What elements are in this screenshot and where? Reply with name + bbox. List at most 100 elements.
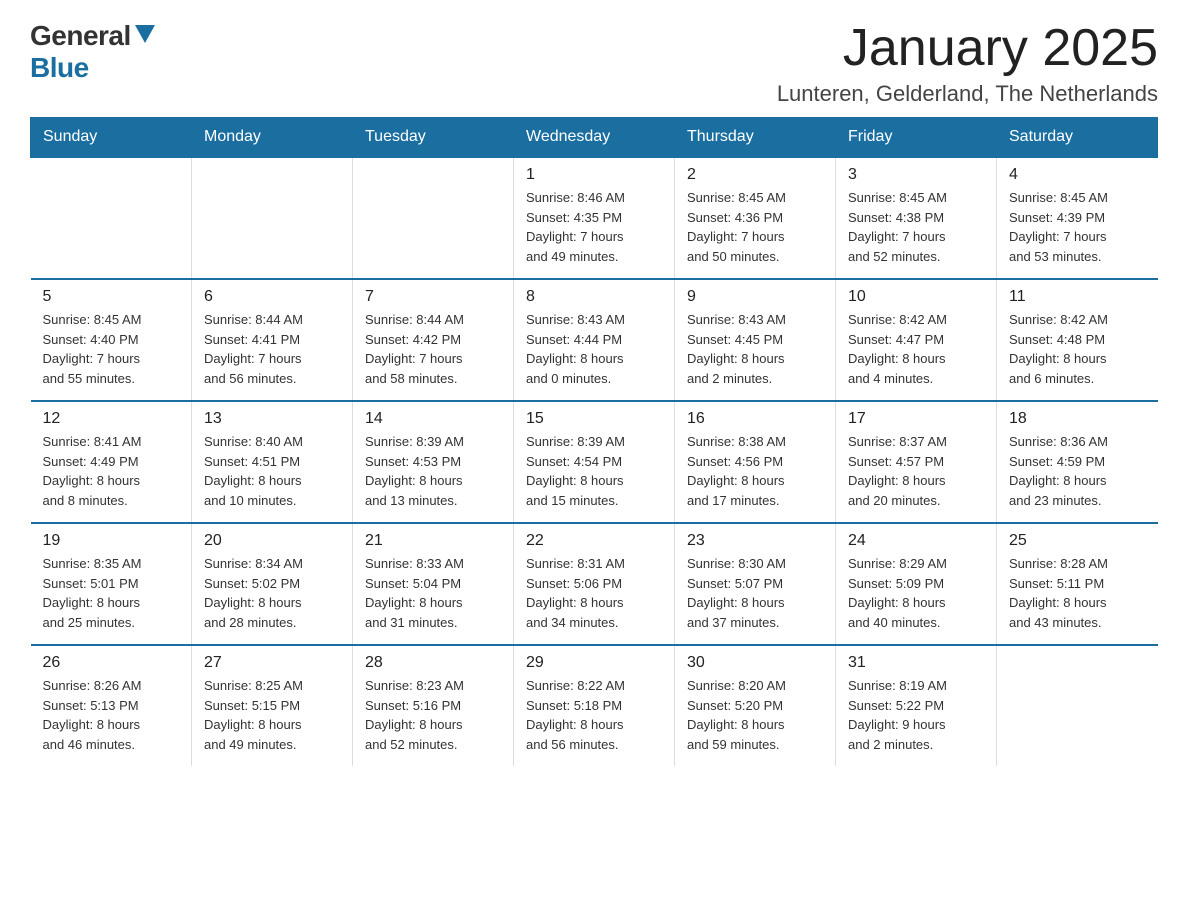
- calendar-cell: 18 Sunrise: 8:36 AMSunset: 4:59 PMDayligh…: [997, 401, 1158, 523]
- calendar-cell: 11 Sunrise: 8:42 AMSunset: 4:48 PMDayligh…: [997, 279, 1158, 401]
- day-info: Sunrise: 8:23 AMSunset: 5:16 PMDaylight:…: [365, 676, 501, 754]
- calendar-cell: 1Sunrise: 8:46 AMSunset: 4:35 PMDaylight…: [514, 157, 675, 279]
- col-thursday: Thursday: [675, 118, 836, 158]
- day-info: Sunrise: 8:39 AMSunset: 4:54 PMDaylight:…: [526, 432, 662, 510]
- day-info: Sunrise: 8:31 AMSunset: 5:06 PMDaylight:…: [526, 554, 662, 632]
- calendar-cell: 20 Sunrise: 8:34 AMSunset: 5:02 PMDayligh…: [192, 523, 353, 645]
- col-friday: Friday: [836, 118, 997, 158]
- day-number: 5: [43, 288, 180, 306]
- day-info: Sunrise: 8:45 AMSunset: 4:38 PMDaylight:…: [848, 188, 984, 266]
- day-info: Sunrise: 8:38 AMSunset: 4:56 PMDaylight:…: [687, 432, 823, 510]
- day-info: Sunrise: 8:45 AMSunset: 4:40 PMDaylight:…: [43, 310, 180, 388]
- day-number: 6: [204, 288, 340, 306]
- day-info: Sunrise: 8:30 AMSunset: 5:07 PMDaylight:…: [687, 554, 823, 632]
- day-number: 10: [848, 288, 984, 306]
- col-wednesday: Wednesday: [514, 118, 675, 158]
- calendar-cell: 24 Sunrise: 8:29 AMSunset: 5:09 PMDayligh…: [836, 523, 997, 645]
- calendar-week-3: 19 Sunrise: 8:35 AMSunset: 5:01 PMDayligh…: [31, 523, 1158, 645]
- day-number: 4: [1009, 166, 1146, 184]
- day-info: Sunrise: 8:29 AMSunset: 5:09 PMDaylight:…: [848, 554, 984, 632]
- day-info: Sunrise: 8:45 AMSunset: 4:36 PMDaylight:…: [687, 188, 823, 266]
- calendar-cell: [353, 157, 514, 279]
- day-info: Sunrise: 8:19 AMSunset: 5:22 PMDaylight:…: [848, 676, 984, 754]
- calendar-cell: 4 Sunrise: 8:45 AMSunset: 4:39 PMDaylight…: [997, 157, 1158, 279]
- calendar-cell: 13Sunrise: 8:40 AMSunset: 4:51 PMDayligh…: [192, 401, 353, 523]
- calendar-cell: [192, 157, 353, 279]
- day-number: 22: [526, 532, 662, 550]
- page-title: January 2025: [777, 20, 1158, 77]
- day-number: 17: [848, 410, 984, 428]
- calendar-cell: 29 Sunrise: 8:22 AMSunset: 5:18 PMDayligh…: [514, 645, 675, 766]
- day-number: 7: [365, 288, 501, 306]
- day-info: Sunrise: 8:28 AMSunset: 5:11 PMDaylight:…: [1009, 554, 1146, 632]
- day-number: 25: [1009, 532, 1146, 550]
- calendar-cell: 19 Sunrise: 8:35 AMSunset: 5:01 PMDayligh…: [31, 523, 192, 645]
- day-info: Sunrise: 8:42 AMSunset: 4:47 PMDaylight:…: [848, 310, 984, 388]
- title-area: January 2025 Lunteren, Gelderland, The N…: [777, 20, 1158, 107]
- calendar-cell: 17 Sunrise: 8:37 AMSunset: 4:57 PMDayligh…: [836, 401, 997, 523]
- col-tuesday: Tuesday: [353, 118, 514, 158]
- calendar-cell: 14 Sunrise: 8:39 AMSunset: 4:53 PMDayligh…: [353, 401, 514, 523]
- day-info: Sunrise: 8:45 AMSunset: 4:39 PMDaylight:…: [1009, 188, 1146, 266]
- calendar-cell: 9Sunrise: 8:43 AMSunset: 4:45 PMDaylight…: [675, 279, 836, 401]
- calendar-cell: 6 Sunrise: 8:44 AMSunset: 4:41 PMDaylight…: [192, 279, 353, 401]
- day-number: 30: [687, 654, 823, 672]
- day-number: 8: [526, 288, 662, 306]
- calendar-cell: 8Sunrise: 8:43 AMSunset: 4:44 PMDaylight…: [514, 279, 675, 401]
- day-number: 12: [43, 410, 180, 428]
- day-number: 21: [365, 532, 501, 550]
- logo-blue: Blue: [30, 52, 89, 84]
- day-number: 16: [687, 410, 823, 428]
- day-info: Sunrise: 8:22 AMSunset: 5:18 PMDaylight:…: [526, 676, 662, 754]
- calendar-cell: 25 Sunrise: 8:28 AMSunset: 5:11 PMDayligh…: [997, 523, 1158, 645]
- day-info: Sunrise: 8:25 AMSunset: 5:15 PMDaylight:…: [204, 676, 340, 754]
- calendar-cell: [997, 645, 1158, 766]
- calendar-cell: 22 Sunrise: 8:31 AMSunset: 5:06 PMDayligh…: [514, 523, 675, 645]
- logo-general: General: [30, 20, 131, 52]
- calendar-body: 1Sunrise: 8:46 AMSunset: 4:35 PMDaylight…: [31, 157, 1158, 766]
- calendar-cell: 30 Sunrise: 8:20 AMSunset: 5:20 PMDayligh…: [675, 645, 836, 766]
- calendar-header: Sunday Monday Tuesday Wednesday Thursday…: [31, 118, 1158, 158]
- day-number: 29: [526, 654, 662, 672]
- day-number: 18: [1009, 410, 1146, 428]
- day-info: Sunrise: 8:44 AMSunset: 4:42 PMDaylight:…: [365, 310, 501, 388]
- day-number: 20: [204, 532, 340, 550]
- logo: General Blue: [30, 20, 155, 84]
- calendar-cell: [31, 157, 192, 279]
- calendar-cell: 7 Sunrise: 8:44 AMSunset: 4:42 PMDaylight…: [353, 279, 514, 401]
- day-number: 19: [43, 532, 180, 550]
- day-info: Sunrise: 8:26 AMSunset: 5:13 PMDaylight:…: [43, 676, 180, 754]
- calendar-week-0: 1Sunrise: 8:46 AMSunset: 4:35 PMDaylight…: [31, 157, 1158, 279]
- calendar-week-1: 5 Sunrise: 8:45 AMSunset: 4:40 PMDaylight…: [31, 279, 1158, 401]
- calendar-cell: 23Sunrise: 8:30 AMSunset: 5:07 PMDayligh…: [675, 523, 836, 645]
- calendar-cell: 27Sunrise: 8:25 AMSunset: 5:15 PMDayligh…: [192, 645, 353, 766]
- day-info: Sunrise: 8:41 AMSunset: 4:49 PMDaylight:…: [43, 432, 180, 510]
- calendar-cell: 28 Sunrise: 8:23 AMSunset: 5:16 PMDayligh…: [353, 645, 514, 766]
- day-number: 14: [365, 410, 501, 428]
- day-number: 13: [204, 410, 340, 428]
- day-info: Sunrise: 8:44 AMSunset: 4:41 PMDaylight:…: [204, 310, 340, 388]
- col-saturday: Saturday: [997, 118, 1158, 158]
- day-info: Sunrise: 8:42 AMSunset: 4:48 PMDaylight:…: [1009, 310, 1146, 388]
- day-info: Sunrise: 8:33 AMSunset: 5:04 PMDaylight:…: [365, 554, 501, 632]
- page-subtitle: Lunteren, Gelderland, The Netherlands: [777, 81, 1158, 107]
- calendar-week-2: 12 Sunrise: 8:41 AMSunset: 4:49 PMDayligh…: [31, 401, 1158, 523]
- day-info: Sunrise: 8:35 AMSunset: 5:01 PMDaylight:…: [43, 554, 180, 632]
- day-number: 24: [848, 532, 984, 550]
- day-info: Sunrise: 8:39 AMSunset: 4:53 PMDaylight:…: [365, 432, 501, 510]
- day-number: 28: [365, 654, 501, 672]
- day-info: Sunrise: 8:37 AMSunset: 4:57 PMDaylight:…: [848, 432, 984, 510]
- header-area: General Blue January 2025 Lunteren, Geld…: [30, 20, 1158, 107]
- day-info: Sunrise: 8:34 AMSunset: 5:02 PMDaylight:…: [204, 554, 340, 632]
- day-info: Sunrise: 8:20 AMSunset: 5:20 PMDaylight:…: [687, 676, 823, 754]
- col-monday: Monday: [192, 118, 353, 158]
- calendar-cell: 5 Sunrise: 8:45 AMSunset: 4:40 PMDaylight…: [31, 279, 192, 401]
- calendar-table: Sunday Monday Tuesday Wednesday Thursday…: [30, 117, 1158, 766]
- day-info: Sunrise: 8:36 AMSunset: 4:59 PMDaylight:…: [1009, 432, 1146, 510]
- calendar-cell: 26 Sunrise: 8:26 AMSunset: 5:13 PMDayligh…: [31, 645, 192, 766]
- day-number: 11: [1009, 288, 1146, 306]
- calendar-cell: 16 Sunrise: 8:38 AMSunset: 4:56 PMDayligh…: [675, 401, 836, 523]
- calendar-cell: 21 Sunrise: 8:33 AMSunset: 5:04 PMDayligh…: [353, 523, 514, 645]
- day-number: 9: [687, 288, 823, 306]
- day-number: 26: [43, 654, 180, 672]
